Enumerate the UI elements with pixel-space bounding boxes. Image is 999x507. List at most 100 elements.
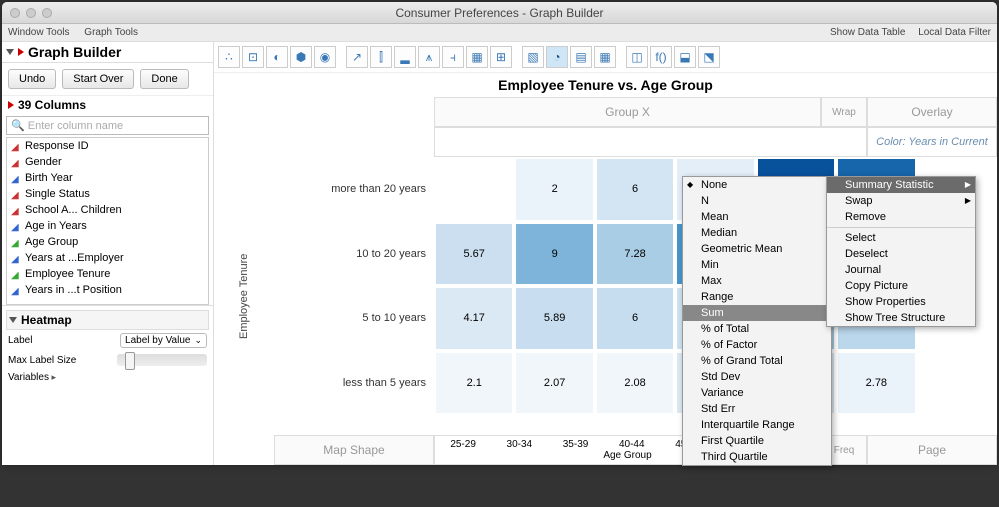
heatmap-cell[interactable] <box>434 157 514 222</box>
element-type-button[interactable]: ⩚ <box>418 46 440 68</box>
element-type-button[interactable]: ⬓ <box>674 46 696 68</box>
heatmap-cell[interactable]: 9 <box>514 222 594 287</box>
menu-item[interactable]: Std Err <box>683 401 831 417</box>
menu-item[interactable]: First Quartile <box>683 433 831 449</box>
menu-item[interactable]: Third Quartile <box>683 449 831 465</box>
heatmap-cell[interactable]: 5.67 <box>434 222 514 287</box>
context-menu[interactable]: Summary StatisticSwapRemove SelectDeselec… <box>826 176 976 327</box>
menu-window-tools[interactable]: Window Tools <box>8 27 70 38</box>
menu-item[interactable]: Mean <box>683 209 831 225</box>
column-item[interactable]: School A... Children <box>7 202 208 218</box>
variables-label[interactable]: Variables <box>8 372 56 383</box>
heatmap-cell[interactable]: 4.17 <box>434 286 514 351</box>
heatmap-cell[interactable]: 2.08 <box>595 351 675 416</box>
menu-item[interactable]: Geometric Mean <box>683 241 831 257</box>
element-type-button[interactable]: ◫ <box>626 46 648 68</box>
disclosure-icon[interactable] <box>9 317 17 323</box>
column-item[interactable]: Response ID <box>7 138 208 154</box>
disclosure-icon[interactable] <box>6 49 14 55</box>
column-item[interactable]: Birth Year <box>7 170 208 186</box>
column-item[interactable]: Age in Years <box>7 218 208 234</box>
zone-overlay[interactable]: Overlay <box>867 97 997 127</box>
heatmap-cell[interactable]: 2.78 <box>836 351 916 416</box>
element-type-button[interactable]: ▦ <box>594 46 616 68</box>
menu-item[interactable]: Median <box>683 225 831 241</box>
column-list[interactable]: Response IDGenderBirth YearSingle Status… <box>6 137 209 305</box>
zone-map-shape[interactable]: Map Shape <box>274 435 434 465</box>
menu-item[interactable]: Show Properties <box>827 294 975 310</box>
label-select[interactable]: Label by Value <box>120 333 207 348</box>
element-type-button[interactable]: ⫞ <box>442 46 464 68</box>
column-search-input[interactable]: 🔍 Enter column name <box>6 116 209 135</box>
element-type-button[interactable]: ◔ <box>546 46 568 68</box>
element-type-button[interactable]: ▂ <box>394 46 416 68</box>
menu-item[interactable]: Std Dev <box>683 369 831 385</box>
element-type-button[interactable]: ▧ <box>522 46 544 68</box>
element-type-button[interactable]: ⬔ <box>698 46 720 68</box>
menu-item[interactable]: None <box>683 177 831 193</box>
menu-item[interactable]: % of Grand Total <box>683 353 831 369</box>
zone-group-x[interactable]: Group X <box>434 97 821 127</box>
menu-item[interactable]: Journal <box>827 262 975 278</box>
options-header[interactable]: Heatmap <box>6 310 209 330</box>
hotspot-icon[interactable] <box>18 48 24 56</box>
max-label-size-slider[interactable] <box>117 354 207 366</box>
graph-builder-header[interactable]: Graph Builder <box>2 42 213 63</box>
element-type-button[interactable]: ⫿ <box>370 46 392 68</box>
column-item[interactable]: Age Group <box>7 234 208 250</box>
done-button[interactable]: Done <box>140 69 188 89</box>
menu-local-data-filter[interactable]: Local Data Filter <box>918 27 991 38</box>
menu-item[interactable]: Max <box>683 273 831 289</box>
menu-show-data-table[interactable]: Show Data Table <box>830 27 905 38</box>
startover-button[interactable]: Start Over <box>62 69 134 89</box>
zone-color[interactable]: Color: Years in Current <box>867 127 997 157</box>
menu-item[interactable]: Swap <box>827 193 975 209</box>
menu-graph-tools[interactable]: Graph Tools <box>84 27 138 38</box>
menu-item[interactable]: Interquartile Range <box>683 417 831 433</box>
heatmap-cell[interactable] <box>917 351 997 416</box>
element-type-button[interactable]: f() <box>650 46 672 68</box>
menu-item[interactable]: Sum <box>683 305 831 321</box>
column-name: School A... Children <box>25 204 122 216</box>
column-item[interactable]: Years at ...Employer <box>7 250 208 266</box>
menu-item[interactable]: Deselect <box>827 246 975 262</box>
menu-item[interactable]: % of Factor <box>683 337 831 353</box>
titlebar: Consumer Preferences - Graph Builder <box>2 2 997 24</box>
menu-item[interactable]: Select <box>827 230 975 246</box>
column-item[interactable]: Employee Tenure <box>7 266 208 282</box>
menu-item[interactable]: Min <box>683 257 831 273</box>
menu-item[interactable]: Summary Statistic <box>827 177 975 193</box>
element-type-button[interactable]: ↗ <box>346 46 368 68</box>
element-type-button[interactable]: ▤ <box>570 46 592 68</box>
menu-item[interactable]: Remove <box>827 209 975 225</box>
undo-button[interactable]: Undo <box>8 69 56 89</box>
menu-item[interactable]: % of Total <box>683 321 831 337</box>
menu-item[interactable]: Range <box>683 289 831 305</box>
heatmap-cell[interactable]: 2.07 <box>514 351 594 416</box>
column-item[interactable]: Gender <box>7 154 208 170</box>
menu-item[interactable]: Copy Picture <box>827 278 975 294</box>
column-item[interactable]: Years in ...t Position <box>7 282 208 298</box>
element-type-button[interactable]: ⬢ <box>290 46 312 68</box>
statistic-menu[interactable]: NoneNMeanMedianGeometric MeanMinMaxRange… <box>682 176 832 466</box>
element-type-button[interactable]: ∴ <box>218 46 240 68</box>
zone-wrap[interactable]: Wrap <box>821 97 867 127</box>
element-type-button[interactable]: ◉ <box>314 46 336 68</box>
column-item[interactable]: Single Status <box>7 186 208 202</box>
element-type-button[interactable]: ▦ <box>466 46 488 68</box>
heatmap-cell[interactable]: 6 <box>595 286 675 351</box>
menu-item[interactable]: Show Tree Structure <box>827 310 975 326</box>
heatmap-cell[interactable]: 5.89 <box>514 286 594 351</box>
element-type-button[interactable]: ⊡ <box>242 46 264 68</box>
hotspot-icon[interactable] <box>8 101 14 109</box>
menu-item[interactable]: Variance <box>683 385 831 401</box>
zone-page[interactable]: Page <box>867 435 997 465</box>
element-type-button[interactable]: ◐ <box>266 46 288 68</box>
columns-header[interactable]: 39 Columns <box>2 96 213 114</box>
menu-item[interactable]: N <box>683 193 831 209</box>
heatmap-cell[interactable]: 7.28 <box>595 222 675 287</box>
heatmap-cell[interactable]: 6 <box>595 157 675 222</box>
heatmap-cell[interactable]: 2 <box>514 157 594 222</box>
element-type-button[interactable]: ⊞ <box>490 46 512 68</box>
heatmap-cell[interactable]: 2.1 <box>434 351 514 416</box>
